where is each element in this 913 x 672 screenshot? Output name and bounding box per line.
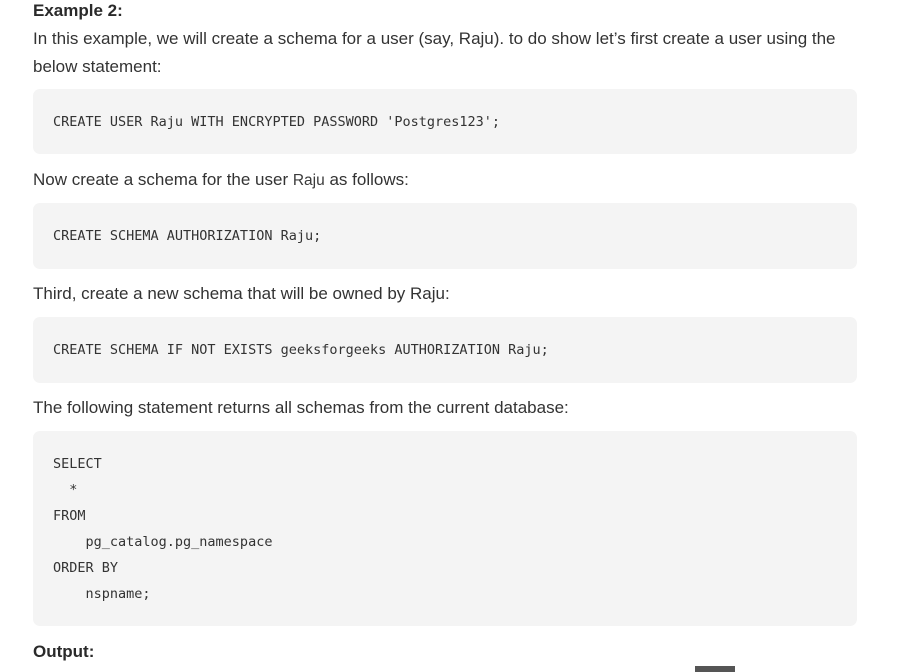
code-line: CREATE USER Raju WITH ENCRYPTED PASSWORD… [53, 114, 501, 130]
step3-paragraph: Third, create a new schema that will be … [33, 284, 450, 303]
code-block-create-user[interactable]: CREATE USER Raju WITH ENCRYPTED PASSWORD… [33, 89, 857, 154]
code-block-create-schema[interactable]: CREATE SCHEMA AUTHORIZATION Raju; [33, 203, 857, 269]
intro-paragraph: In this example, we will create a schema… [33, 29, 836, 76]
output-heading: Output: [33, 642, 95, 661]
code-line: SELECT [53, 456, 102, 472]
step4-paragraph: The following statement returns all sche… [33, 398, 569, 417]
code-line: ORDER BY [53, 560, 119, 576]
step2-text-after: as follows: [324, 170, 409, 189]
example-heading: Example 2: [33, 1, 123, 20]
code-block-create-schema-if-not-exists[interactable]: CREATE SCHEMA IF NOT EXISTS geeksforgeek… [33, 317, 857, 383]
step2-text-before: Now create a schema for the user [33, 170, 293, 189]
code-line: nspname; [53, 586, 151, 602]
code-line: * [53, 482, 78, 498]
code-line: FROM [53, 508, 86, 524]
code-line: CREATE SCHEMA AUTHORIZATION Raju; [53, 228, 322, 244]
inline-code-raju: Raju [292, 172, 325, 189]
code-line: pg_catalog.pg_namespace [53, 534, 273, 550]
code-line: CREATE SCHEMA IF NOT EXISTS geeksforgeek… [53, 342, 549, 358]
output-image-edge [695, 666, 735, 672]
step2-paragraph: Now create a schema for the user Raju as… [33, 166, 857, 195]
code-block-select-schemas[interactable]: SELECT * FROM pg_catalog.pg_namespace OR… [33, 431, 857, 626]
